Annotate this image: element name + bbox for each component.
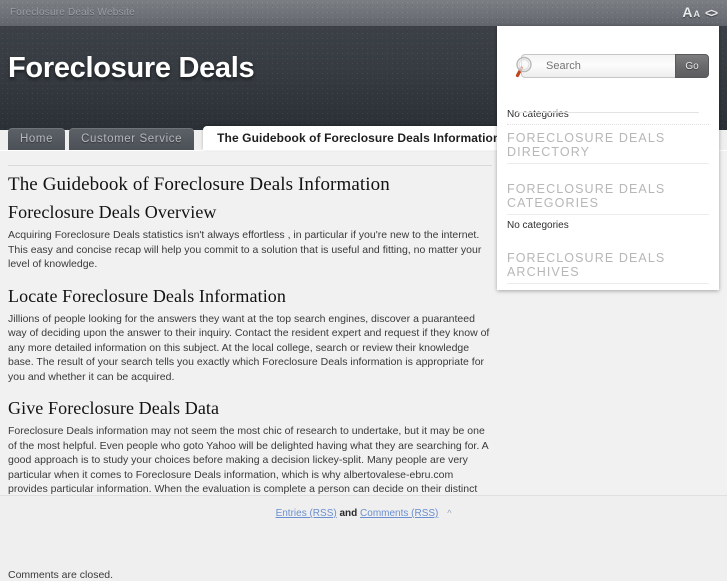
search-widget: Go bbox=[507, 54, 709, 113]
comments-rss-link[interactable]: Comments (RSS) bbox=[360, 508, 438, 519]
footer-links: Entries (RSS) and Comments (RSS) ^ bbox=[0, 496, 727, 519]
search-go-button[interactable]: Go bbox=[675, 54, 709, 78]
decrease-font-size-button[interactable]: A bbox=[693, 9, 700, 19]
font-size-controls[interactable]: A A <> bbox=[682, 4, 718, 20]
site-tagline: Foreclosure Deals Website bbox=[10, 7, 135, 18]
section-paragraph-overview: Acquiring Foreclosure Deals statistics i… bbox=[8, 229, 482, 270]
top-utility-bar: Foreclosure Deals Website A A <> bbox=[0, 0, 727, 26]
widget-title-directory: FORECLOSURE DEALS DIRECTORY bbox=[507, 125, 709, 164]
widget-no-categories-1: No categories bbox=[507, 104, 709, 125]
increase-font-size-button[interactable]: A bbox=[682, 4, 692, 20]
back-to-top-icon[interactable]: ^ bbox=[447, 508, 451, 518]
section-heading-overview: Foreclosure Deals Overview bbox=[8, 202, 217, 222]
article-title: The Guidebook of Foreclosure Deals Infor… bbox=[8, 174, 390, 195]
nav-tab-guidebook[interactable]: The Guidebook of Foreclosure Deals Infor… bbox=[203, 126, 515, 150]
search-input[interactable] bbox=[521, 54, 675, 78]
widget-title-categories: FORECLOSURE DEALS CATEGORIES bbox=[507, 176, 709, 215]
width-toggle-icon[interactable]: <> bbox=[705, 6, 718, 20]
site-footer: Entries (RSS) and Comments (RSS) ^ bbox=[0, 495, 727, 546]
widget-title-archives: FORECLOSURE DEALS ARCHIVES bbox=[507, 245, 709, 284]
comments-closed-notice: Comments are closed. bbox=[8, 569, 114, 581]
section-heading-locate: Locate Foreclosure Deals Information bbox=[8, 285, 286, 306]
section-paragraph-locate: Jillions of people looking for the answe… bbox=[8, 312, 490, 383]
search-divider bbox=[517, 112, 699, 113]
footer-conjunction: and bbox=[339, 508, 358, 519]
widget-list: No categories FORECLOSURE DEALS DIRECTOR… bbox=[507, 104, 709, 284]
entries-rss-link[interactable]: Entries (RSS) bbox=[276, 508, 337, 519]
widget-no-categories-2: No categories bbox=[507, 220, 569, 231]
nav-tab-home[interactable]: Home bbox=[8, 128, 66, 150]
page-title: Foreclosure Deals bbox=[8, 52, 255, 84]
nav-tab-customer-service[interactable]: Customer Service bbox=[69, 128, 195, 150]
section-heading-give-data: Give Foreclosure Deals Data bbox=[8, 398, 220, 418]
primary-navigation: Home Customer Service The Guidebook of F… bbox=[8, 126, 518, 150]
content-divider bbox=[8, 165, 492, 166]
sidebar-panel: Go No categories FORECLOSURE DEALS DIREC… bbox=[497, 26, 719, 290]
